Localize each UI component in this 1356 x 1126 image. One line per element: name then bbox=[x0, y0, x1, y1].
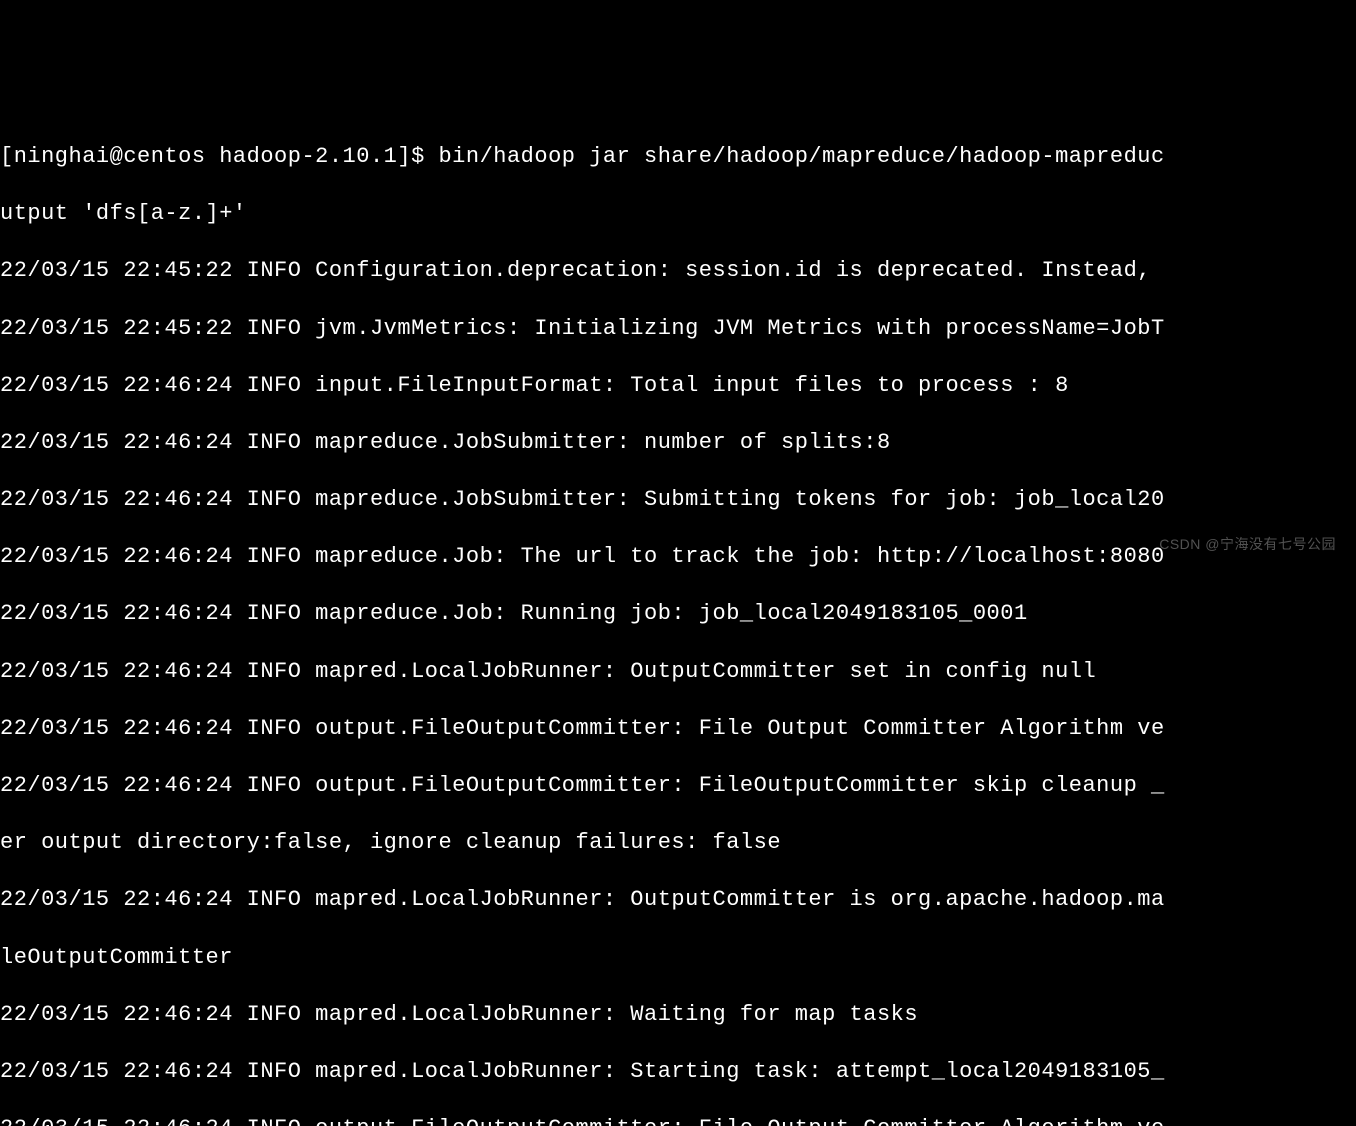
terminal-line: 22/03/15 22:46:24 INFO output.FileOutput… bbox=[0, 772, 1356, 801]
terminal-line: 22/03/15 22:46:24 INFO mapred.LocalJobRu… bbox=[0, 658, 1356, 687]
terminal-line: 22/03/15 22:45:22 INFO jvm.JvmMetrics: I… bbox=[0, 315, 1356, 344]
terminal-line: 22/03/15 22:45:22 INFO Configuration.dep… bbox=[0, 257, 1356, 286]
terminal-line: er output directory:false, ignore cleanu… bbox=[0, 829, 1356, 858]
terminal-line: 22/03/15 22:46:24 INFO mapreduce.JobSubm… bbox=[0, 486, 1356, 515]
terminal-line: leOutputCommitter bbox=[0, 944, 1356, 973]
terminal-line: [ninghai@centos hadoop-2.10.1]$ bin/hado… bbox=[0, 143, 1356, 172]
terminal-line: 22/03/15 22:46:24 INFO mapred.LocalJobRu… bbox=[0, 1058, 1356, 1087]
terminal-line: 22/03/15 22:46:24 INFO mapreduce.Job: Th… bbox=[0, 543, 1356, 572]
terminal-line: 22/03/15 22:46:24 INFO output.FileOutput… bbox=[0, 1115, 1356, 1126]
watermark-text: CSDN @宁海没有七号公园 bbox=[1159, 535, 1336, 553]
terminal-line: 22/03/15 22:46:24 INFO mapreduce.Job: Ru… bbox=[0, 600, 1356, 629]
terminal-line: 22/03/15 22:46:24 INFO input.FileInputFo… bbox=[0, 372, 1356, 401]
terminal-line: 22/03/15 22:46:24 INFO mapred.LocalJobRu… bbox=[0, 886, 1356, 915]
terminal-line: 22/03/15 22:46:24 INFO mapreduce.JobSubm… bbox=[0, 429, 1356, 458]
terminal-line: 22/03/15 22:46:24 INFO mapred.LocalJobRu… bbox=[0, 1001, 1356, 1030]
terminal-line: utput 'dfs[a-z.]+' bbox=[0, 200, 1356, 229]
terminal-line: 22/03/15 22:46:24 INFO output.FileOutput… bbox=[0, 715, 1356, 744]
terminal-output[interactable]: [ninghai@centos hadoop-2.10.1]$ bin/hado… bbox=[0, 114, 1356, 1126]
